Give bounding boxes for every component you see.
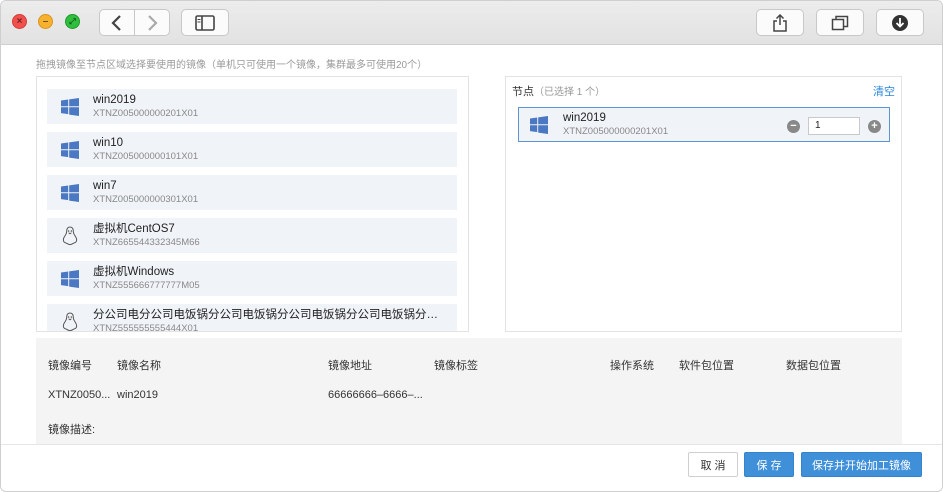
drag-hint-text: 拖拽镜像至节点区域选择要使用的镜像（单机只可使用一个镜像，集群最多可使用20个） bbox=[36, 60, 428, 71]
detail-description-label: 镜像描述: bbox=[48, 424, 96, 436]
sidebar-icon bbox=[195, 14, 215, 31]
image-list-item[interactable]: 虚拟机CentOS7 XTNZ665544332345M66 bbox=[47, 218, 457, 253]
increment-button[interactable]: + bbox=[868, 119, 881, 133]
detail-value-code: XTNZ0050... bbox=[48, 389, 111, 401]
image-name: 虚拟机CentOS7 bbox=[93, 223, 175, 235]
chevron-right-icon bbox=[148, 14, 158, 31]
save-button[interactable]: 保 存 bbox=[744, 452, 794, 477]
selected-node-name: win2019 bbox=[563, 112, 606, 124]
clear-link[interactable]: 清空 bbox=[873, 83, 895, 99]
decrement-button[interactable]: − bbox=[787, 119, 800, 133]
windows-icon bbox=[47, 132, 93, 167]
image-list-panel[interactable]: win2019 XTNZ005000000201X01 win10 XTNZ00500… bbox=[36, 76, 469, 332]
image-code: XTNZ665544332345M66 bbox=[93, 237, 200, 248]
save-and-process-button[interactable]: 保存并开始加工镜像 bbox=[801, 452, 922, 477]
detail-value-address: 66666666–6666–... bbox=[328, 389, 423, 401]
image-code: XTNZ555555555444X01 bbox=[93, 323, 199, 332]
selected-node-code: XTNZ005000000201X01 bbox=[563, 126, 669, 137]
duplicate-icon bbox=[831, 15, 849, 30]
app-window: × – ⤢ 拖拽镜像至节点区域选择要使用的镜像（单机只可使用一个镜像，集群最多可… bbox=[0, 0, 943, 492]
chevron-left-icon bbox=[111, 14, 121, 31]
detail-header-software: 软件包位置 bbox=[679, 360, 734, 372]
image-name: 分公司电分公司电饭锅分公司电饭锅分公司电饭锅分公司电饭锅分公司... bbox=[93, 309, 443, 321]
close-window-button[interactable]: × bbox=[12, 14, 27, 29]
back-button[interactable] bbox=[99, 9, 135, 36]
image-name: 虚拟机Windows bbox=[93, 266, 175, 278]
detail-header-data: 数据包位置 bbox=[786, 360, 841, 372]
image-detail-panel: 镜像编号 镜像名称 镜像地址 镜像标签 操作系统 软件包位置 数据包位置 XTN… bbox=[36, 338, 902, 444]
sidebar-toggle-button[interactable] bbox=[181, 9, 229, 36]
forward-button[interactable] bbox=[134, 9, 170, 36]
minimize-window-button[interactable]: – bbox=[38, 14, 53, 29]
window-toolbar: × – ⤢ bbox=[1, 1, 942, 45]
quantity-stepper: − 1 + bbox=[787, 117, 881, 135]
image-list-item[interactable]: 虚拟机Windows XTNZ555666777777M05 bbox=[47, 261, 457, 296]
windows-icon bbox=[47, 175, 93, 210]
dialog-footer: 取 消 保 存 保存并开始加工镜像 bbox=[1, 444, 942, 491]
image-list-item[interactable]: win7 XTNZ005000000301X01 bbox=[47, 175, 457, 210]
image-code: XTNZ005000000101X01 bbox=[93, 151, 199, 162]
detail-header-address: 镜像地址 bbox=[328, 360, 372, 372]
windows-icon bbox=[519, 108, 559, 141]
node-panel: 节点（已选择 1 个） 清空 win2019 XTNZ005000000201X… bbox=[505, 76, 902, 332]
image-name: win2019 bbox=[93, 94, 136, 106]
duplicate-button[interactable] bbox=[816, 9, 864, 36]
image-code: XTNZ555666777777M05 bbox=[93, 280, 200, 291]
download-button[interactable] bbox=[876, 9, 924, 36]
node-selected-count: （已选择 1 个） bbox=[534, 87, 606, 98]
selected-node-item[interactable]: win2019 XTNZ005000000201X01 − 1 + bbox=[518, 107, 890, 142]
image-list-item[interactable]: win10 XTNZ005000000101X01 bbox=[47, 132, 457, 167]
image-code: XTNZ005000000201X01 bbox=[93, 108, 199, 119]
cancel-button[interactable]: 取 消 bbox=[688, 452, 738, 477]
quantity-input[interactable]: 1 bbox=[808, 117, 860, 135]
detail-header-tag: 镜像标签 bbox=[434, 360, 478, 372]
detail-header-name: 镜像名称 bbox=[117, 360, 161, 372]
image-code: XTNZ005000000301X01 bbox=[93, 194, 199, 205]
image-list-item[interactable]: win2019 XTNZ005000000201X01 bbox=[47, 89, 457, 124]
windows-icon bbox=[47, 89, 93, 124]
share-icon bbox=[773, 13, 787, 32]
image-name: win10 bbox=[93, 137, 124, 149]
windows-icon bbox=[47, 261, 93, 296]
download-icon bbox=[892, 14, 908, 31]
share-button[interactable] bbox=[756, 9, 804, 36]
detail-header-os: 操作系统 bbox=[610, 360, 654, 372]
image-name: win7 bbox=[93, 180, 117, 192]
detail-header-code: 镜像编号 bbox=[48, 360, 92, 372]
detail-value-name: win2019 bbox=[117, 389, 158, 401]
linux-tux-icon bbox=[47, 218, 93, 253]
node-panel-title: 节点（已选择 1 个） bbox=[512, 86, 606, 98]
linux-tux-icon bbox=[47, 304, 93, 331]
zoom-window-button[interactable]: ⤢ bbox=[65, 14, 80, 29]
image-list-item[interactable]: 分公司电分公司电饭锅分公司电饭锅分公司电饭锅分公司电饭锅分公司... XTNZ55… bbox=[47, 304, 457, 332]
